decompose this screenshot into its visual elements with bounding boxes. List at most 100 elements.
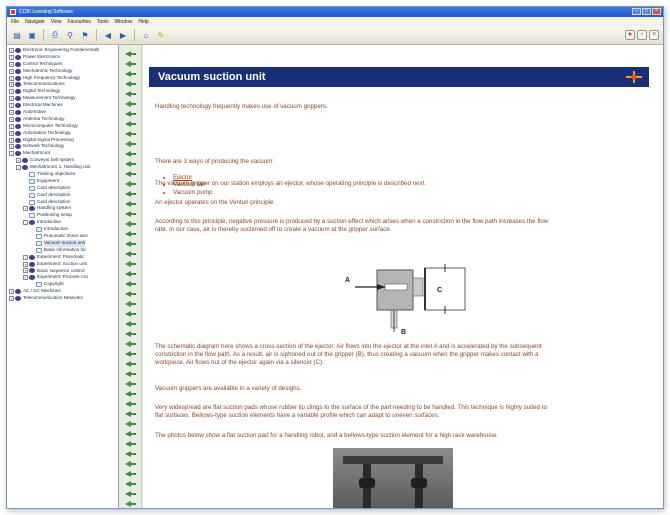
tree-item[interactable]: pageCopyright xyxy=(9,281,118,288)
expand-icon[interactable]: + xyxy=(9,103,14,109)
collapse-icon[interactable]: - xyxy=(9,151,14,157)
expand-icon[interactable]: + xyxy=(9,130,14,136)
collapse-icon[interactable]: - xyxy=(16,165,21,171)
highlight-icon[interactable]: ✎ xyxy=(155,29,167,41)
record-icon[interactable]: ● xyxy=(625,30,635,40)
open-icon[interactable]: ▤ xyxy=(11,29,23,41)
expand-icon[interactable]: + xyxy=(9,137,14,143)
page-marker-icon[interactable] xyxy=(125,501,136,507)
page-marker-icon[interactable] xyxy=(125,471,136,477)
tree-item-selected[interactable]: pageVacuum suction unit xyxy=(9,239,118,247)
page-marker-icon[interactable] xyxy=(125,71,136,77)
collapse-icon[interactable]: - xyxy=(23,220,28,226)
menu-window[interactable]: Window xyxy=(115,19,133,25)
page-marker-icon[interactable] xyxy=(125,321,136,327)
page-marker-icon[interactable] xyxy=(125,291,136,297)
back-icon[interactable]: ◀ xyxy=(102,29,114,41)
page-marker-icon[interactable] xyxy=(125,311,136,317)
window-close-icon[interactable]: × xyxy=(649,30,659,40)
home-icon[interactable]: ⌂ xyxy=(140,29,152,41)
tree-item[interactable]: pageCard description xyxy=(9,199,118,206)
expand-icon[interactable]: + xyxy=(23,261,28,267)
page-marker-icon[interactable] xyxy=(125,141,136,147)
page-marker-icon[interactable] xyxy=(125,491,136,497)
tree-item[interactable]: pageBasic information for xyxy=(9,247,118,254)
page-marker-icon[interactable] xyxy=(125,251,136,257)
page-marker-icon[interactable] xyxy=(125,461,136,467)
tree-item[interactable]: +bookConveyor belt system xyxy=(9,157,118,164)
page-marker-icon[interactable] xyxy=(125,451,136,457)
expand-icon[interactable]: + xyxy=(9,75,14,81)
page-marker-icon[interactable] xyxy=(125,181,136,187)
page-marker-icon[interactable] xyxy=(125,261,136,267)
page-marker-icon[interactable] xyxy=(125,191,136,197)
page-marker-icon[interactable] xyxy=(125,391,136,397)
expand-icon[interactable]: + xyxy=(9,144,14,150)
menu-file[interactable]: File xyxy=(11,19,19,25)
page-marker-icon[interactable] xyxy=(125,341,136,347)
expand-icon[interactable]: + xyxy=(9,61,14,67)
page-marker-icon[interactable] xyxy=(125,421,136,427)
expand-icon[interactable]: + xyxy=(9,296,14,301)
page-marker-icon[interactable] xyxy=(125,111,136,117)
menu-help[interactable]: Help xyxy=(138,19,148,25)
tree-item[interactable]: pageIntroduction xyxy=(9,226,118,233)
tree-item[interactable]: -bookMechatronics 1: Handling unit xyxy=(9,164,118,171)
tree-item[interactable]: +bookDigital Technology xyxy=(9,88,118,95)
expand-icon[interactable]: + xyxy=(9,109,14,115)
tree-item[interactable]: +bookMeasurement Technology xyxy=(9,95,118,102)
menu-favourites[interactable]: Favourites xyxy=(68,19,91,25)
page-marker-icon[interactable] xyxy=(125,241,136,247)
expand-icon[interactable]: + xyxy=(9,123,14,129)
page-marker-icon[interactable] xyxy=(125,81,136,87)
expand-icon[interactable]: + xyxy=(23,254,28,260)
tree-item[interactable]: +bookNetwork Technology xyxy=(9,143,118,150)
page-marker-icon[interactable] xyxy=(125,201,136,207)
page-marker-icon[interactable] xyxy=(125,211,136,217)
minimize-button[interactable]: – xyxy=(632,8,641,15)
tree-item[interactable]: +bookAntenna Technology xyxy=(9,116,118,123)
page-marker-icon[interactable] xyxy=(125,231,136,237)
tree-item[interactable]: +bookTelecommunications xyxy=(9,81,118,88)
tree-item[interactable]: +bookExperiment: Suction unit xyxy=(9,261,118,268)
window-tile-icon[interactable]: ▫ xyxy=(637,30,647,40)
maximize-button[interactable]: □ xyxy=(642,8,651,15)
tree-item[interactable]: +bookDigital Signal Processing xyxy=(9,137,118,144)
expand-icon[interactable]: + xyxy=(23,268,28,274)
tree-item[interactable]: +bookExperiment: Pneumatic xyxy=(9,254,118,261)
page-marker-icon[interactable] xyxy=(125,441,136,447)
page-marker-icon[interactable] xyxy=(125,221,136,227)
expand-icon[interactable]: + xyxy=(16,158,21,164)
page-marker-icon[interactable] xyxy=(125,331,136,337)
page-marker-icon[interactable] xyxy=(125,371,136,377)
close-button[interactable]: × xyxy=(652,8,661,15)
tree-item[interactable]: pageCard description xyxy=(9,192,118,199)
tree-item[interactable]: +bookElectrical Machines xyxy=(9,102,118,109)
page-marker-icon[interactable] xyxy=(125,171,136,177)
expand-icon[interactable]: + xyxy=(9,54,14,60)
page-marker-icon[interactable] xyxy=(125,51,136,57)
tree-item[interactable]: pagePositioning setup xyxy=(9,212,118,219)
page-marker-icon[interactable] xyxy=(125,381,136,387)
tree-item[interactable]: +bookElectronic Engineering Fundamentals xyxy=(9,47,118,54)
search-icon[interactable]: ⚲ xyxy=(64,29,76,41)
tree-item[interactable]: +bookExperiment: Process con xyxy=(9,274,118,281)
tree-item[interactable]: pageCard description xyxy=(9,185,118,192)
tree-item[interactable]: pageEquipment xyxy=(9,178,118,185)
menu-view[interactable]: View xyxy=(51,19,62,25)
menu-tools[interactable]: Tools xyxy=(97,19,109,25)
bookmark-icon[interactable]: ⚑ xyxy=(79,29,91,41)
tree-item[interactable]: +bookPower Electronics xyxy=(9,54,118,61)
tree-item[interactable]: -bookIntroduction xyxy=(9,219,118,226)
page-marker-icon[interactable] xyxy=(125,301,136,307)
tree-item[interactable]: +bookControl Techniques xyxy=(9,61,118,68)
expand-icon[interactable]: + xyxy=(23,206,28,212)
page-marker-icon[interactable] xyxy=(125,91,136,97)
forward-icon[interactable]: ▶ xyxy=(117,29,129,41)
tree-item[interactable]: +bookBasic sequence control xyxy=(9,268,118,275)
page-marker-icon[interactable] xyxy=(125,161,136,167)
page-marker-icon[interactable] xyxy=(125,411,136,417)
expand-icon[interactable]: + xyxy=(23,275,28,281)
menu-navigate[interactable]: Navigate xyxy=(25,19,45,25)
page-marker-icon[interactable] xyxy=(125,131,136,137)
